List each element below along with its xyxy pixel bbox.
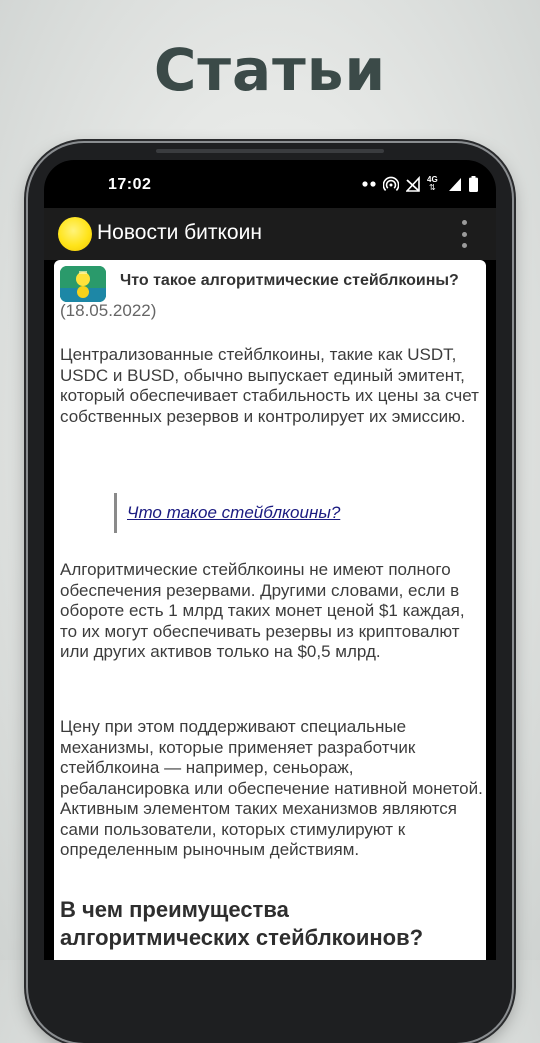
overflow-menu-icon[interactable]	[456, 220, 472, 248]
article-paragraph: Цену при этом поддерживают специальные м…	[60, 717, 483, 859]
signal-icon	[449, 178, 461, 191]
notification-dots-icon	[362, 181, 376, 187]
article-title[interactable]: Что такое алгоритмические стейблкоины?	[120, 272, 480, 290]
battery-icon	[469, 176, 478, 192]
article-paragraph: Централизованные стейблкоины, такие как …	[60, 345, 479, 426]
phone-speaker	[156, 149, 384, 153]
status-bar: 17:02 4G ⇅	[44, 160, 496, 208]
related-article-link[interactable]: Что такое стейблкоины?	[127, 503, 340, 523]
data-arrows-icon: ⇅	[429, 183, 436, 192]
promo-title: Статьи	[153, 36, 387, 104]
quote-block: Что такое стейблкоины?	[114, 493, 340, 533]
article-paragraph: Алгоритмические стейблкоины не имеют пол…	[60, 560, 465, 661]
article-subheading: В чем преимущества алгоритмических стейб…	[60, 897, 424, 950]
no-signal-icon	[406, 176, 420, 192]
app-bar: Новости биткоин	[44, 208, 496, 260]
app-title: Новости биткоин	[97, 221, 262, 244]
hotspot-icon	[383, 176, 399, 191]
article-date: (18.05.2022)	[60, 301, 157, 320]
article-content[interactable]: Что такое алгоритмические стейблкоины? (…	[54, 260, 486, 960]
status-time: 17:02	[108, 176, 152, 193]
phone-screen: 17:02 4G ⇅ Новости биткоин Что такое алг…	[44, 160, 496, 960]
status-icons: 4G ⇅	[362, 174, 478, 194]
article-thumbnail[interactable]	[60, 266, 106, 302]
4g-icon: 4G ⇅	[427, 176, 441, 192]
app-logo-icon	[58, 217, 92, 251]
